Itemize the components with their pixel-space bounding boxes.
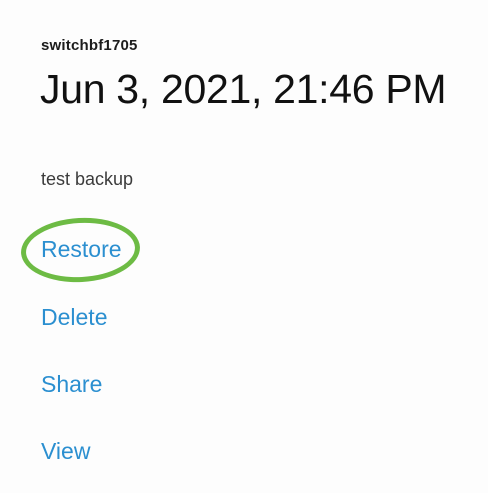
share-button[interactable]: Share	[41, 371, 102, 398]
delete-button[interactable]: Delete	[41, 304, 107, 331]
restore-button[interactable]: Restore	[41, 236, 122, 263]
backup-detail-view: switchbf1705 Jun 3, 2021, 21:46 PM test …	[0, 0, 488, 493]
view-button[interactable]: View	[41, 438, 90, 465]
device-name: switchbf1705	[41, 37, 138, 54]
backup-note: test backup	[41, 169, 134, 189]
backup-date-title: Jun 3, 2021, 21:46 PM	[40, 66, 447, 112]
